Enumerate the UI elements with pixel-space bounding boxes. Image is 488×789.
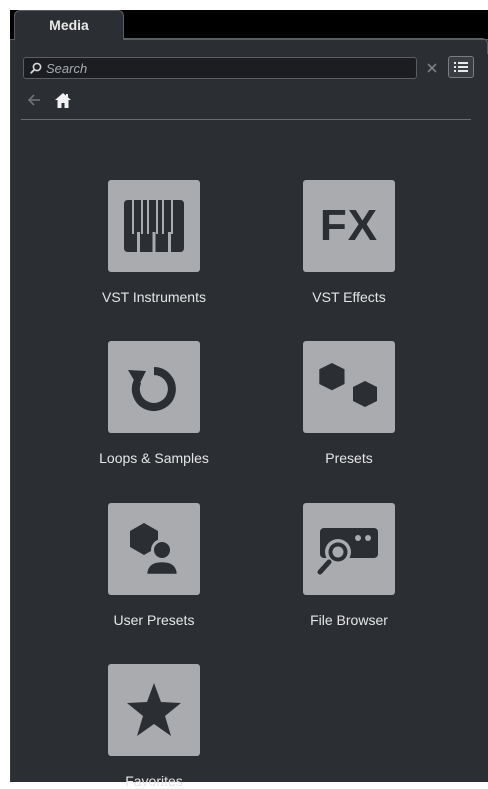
tile-vst-instruments[interactable]: VST Instruments: [79, 180, 229, 305]
folder-search-icon: [317, 528, 378, 575]
list-icon: [454, 62, 468, 72]
tile-presets-box[interactable]: [303, 341, 395, 433]
divider: [21, 119, 471, 120]
fx-icon: FX: [319, 201, 379, 250]
star-icon: [127, 683, 181, 736]
home-button[interactable]: [53, 90, 73, 110]
search-input[interactable]: [46, 60, 396, 76]
hexagons-icon: [319, 363, 377, 407]
back-button[interactable]: [25, 91, 43, 109]
tile-user-presets-label: User Presets: [113, 612, 195, 628]
tile-favorites-box[interactable]: [108, 664, 200, 756]
loop-arrow-icon: [128, 367, 176, 411]
home-icon: [55, 92, 71, 108]
tile-loops-samples-box[interactable]: [108, 341, 200, 433]
tile-user-presets-box[interactable]: [108, 503, 200, 595]
clear-search-button[interactable]: [424, 59, 440, 77]
tile-file-browser[interactable]: File Browser: [274, 503, 424, 628]
tile-vst-effects-label: VST Effects: [312, 289, 386, 305]
media-window: Media Search VST Instruments FX VST Effe…: [10, 10, 488, 789]
list-view-button[interactable]: [448, 56, 474, 78]
tile-vst-effects[interactable]: FX VST Effects: [274, 180, 424, 305]
piano-keys-icon: [124, 200, 184, 252]
tile-loops-samples[interactable]: Loops & Samples: [79, 341, 229, 466]
user-hexagon-icon: [130, 523, 180, 577]
tab-media[interactable]: Media: [14, 10, 124, 40]
panel-border: [123, 38, 488, 54]
tile-presets-label: Presets: [325, 450, 373, 466]
tile-presets[interactable]: Presets: [274, 341, 424, 466]
tile-file-browser-label: File Browser: [310, 612, 388, 628]
tile-favorites[interactable]: Favorites: [79, 664, 229, 789]
arrow-left-icon: [27, 94, 40, 106]
tile-vst-effects-box[interactable]: FX: [303, 180, 395, 272]
tile-loops-samples-label: Loops & Samples: [99, 450, 209, 466]
tile-file-browser-box[interactable]: [303, 503, 395, 595]
tile-favorites-label: Favorites: [125, 773, 183, 789]
media-panel: VST Instruments FX VST Effects Loops & S…: [10, 39, 488, 789]
tile-vst-instruments-label: VST Instruments: [101, 289, 206, 305]
search-icon: [30, 62, 42, 74]
tile-vst-instruments-box[interactable]: [108, 180, 200, 272]
search-field[interactable]: [23, 57, 417, 79]
close-icon: [427, 63, 437, 73]
tile-user-presets[interactable]: User Presets: [79, 503, 229, 628]
tab-media-label: Media: [49, 17, 89, 33]
